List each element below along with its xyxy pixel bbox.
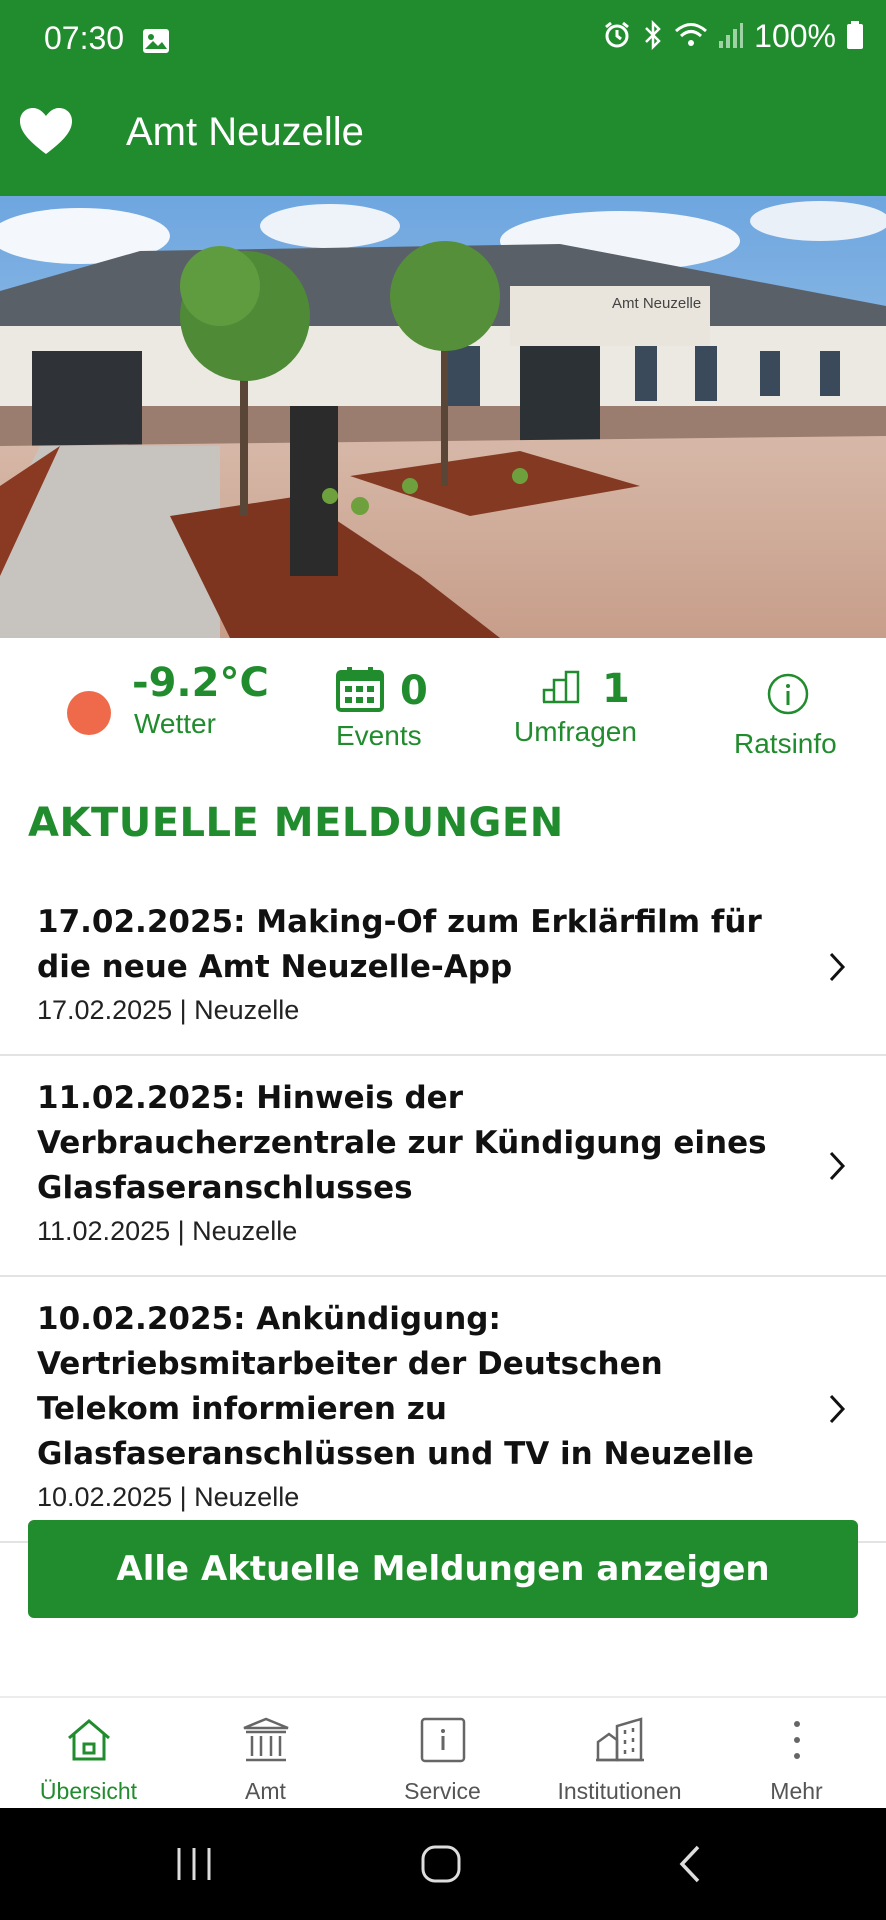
building-sign: Amt Neuzelle bbox=[612, 295, 701, 312]
nav-label: Service bbox=[404, 1778, 481, 1804]
ratsinfo-widget[interactable]: Ratsinfo bbox=[734, 672, 837, 760]
app-bar: Amt Neuzelle bbox=[0, 84, 886, 196]
alarm-icon bbox=[602, 20, 632, 54]
chevron-right-icon bbox=[828, 1393, 846, 1425]
nav-tab-mehr[interactable]: Mehr bbox=[708, 1698, 885, 1810]
gallery-notification-icon bbox=[142, 28, 170, 58]
news-item-meta: 10.02.2025 | Neuzelle bbox=[37, 1482, 300, 1512]
quick-info-row: -9.2°C Wetter 0 Events 1 Umfragen Ratsin… bbox=[0, 660, 886, 770]
status-bar: 07:30 100% bbox=[0, 0, 886, 84]
chevron-right-icon bbox=[828, 1150, 846, 1182]
info-box-icon bbox=[420, 1717, 465, 1763]
news-item-title: 11.02.2025: Hinweis der Verbraucherzentr… bbox=[37, 1080, 767, 1206]
news-item[interactable]: 11.02.2025: Hinweis der Verbraucherzentr… bbox=[0, 1056, 886, 1277]
signal-icon bbox=[718, 21, 744, 53]
news-item-title: 17.02.2025: Making-Of zum Erklärfilm für… bbox=[37, 904, 762, 985]
nav-label: Amt bbox=[245, 1778, 286, 1804]
nav-label: Mehr bbox=[770, 1778, 823, 1804]
events-label: Events bbox=[336, 720, 422, 751]
chevron-right-icon bbox=[828, 951, 846, 983]
surveys-label: Umfragen bbox=[514, 716, 637, 747]
home-icon bbox=[67, 1719, 110, 1761]
more-vertical-icon bbox=[793, 1721, 800, 1759]
bottom-navigation: Übersicht Amt Service Institutionen Mehr bbox=[0, 1696, 886, 1810]
battery-percent: 100% bbox=[754, 18, 836, 54]
news-item[interactable]: 17.02.2025: Making-Of zum Erklärfilm für… bbox=[0, 880, 886, 1056]
surveys-count: 1 bbox=[602, 666, 630, 712]
back-icon[interactable] bbox=[676, 1844, 704, 1888]
nav-label: Übersicht bbox=[39, 1778, 138, 1804]
news-item-meta: 11.02.2025 | Neuzelle bbox=[37, 1216, 298, 1246]
buildings-icon bbox=[595, 1717, 644, 1762]
all-news-button[interactable]: Alle Aktuelle Meldungen anzeigen bbox=[28, 1520, 858, 1618]
nav-tab-institutionen[interactable]: Institutionen bbox=[531, 1698, 708, 1810]
events-count: 0 bbox=[400, 668, 428, 714]
weather-value: -9.2°C bbox=[132, 660, 269, 706]
news-item-meta: 17.02.2025 | Neuzelle bbox=[37, 995, 300, 1025]
hero-image: Amt Neuzelle bbox=[0, 196, 886, 638]
bar-chart-icon bbox=[542, 670, 580, 708]
surveys-widget[interactable]: 1 Umfragen bbox=[514, 666, 637, 748]
calendar-icon bbox=[336, 666, 384, 716]
nav-tab-service[interactable]: Service bbox=[354, 1698, 531, 1810]
nav-tab-uebersicht[interactable]: Übersicht bbox=[0, 1698, 177, 1810]
building-columns-icon bbox=[243, 1717, 288, 1762]
news-list: 17.02.2025: Making-Of zum Erklärfilm für… bbox=[0, 880, 886, 1543]
weather-label: Wetter bbox=[134, 708, 216, 739]
home-system-icon[interactable] bbox=[420, 1844, 462, 1888]
wifi-icon bbox=[674, 20, 708, 54]
heart-icon[interactable] bbox=[18, 104, 74, 160]
events-widget[interactable]: 0 Events bbox=[336, 666, 428, 752]
bluetooth-icon bbox=[642, 19, 664, 54]
news-section-title: AKTUELLE MELDUNGEN bbox=[28, 800, 564, 846]
system-navigation-bar bbox=[0, 1808, 886, 1920]
news-item-title: 10.02.2025: Ankündigung: Vertriebsmitarb… bbox=[37, 1301, 754, 1472]
nav-label: Institutionen bbox=[557, 1778, 682, 1804]
nav-tab-amt[interactable]: Amt bbox=[177, 1698, 354, 1810]
info-circle-icon bbox=[766, 672, 837, 720]
weather-indicator bbox=[66, 690, 112, 740]
app-title: Amt Neuzelle bbox=[126, 110, 364, 154]
weather-widget[interactable]: -9.2°C Wetter bbox=[132, 660, 269, 740]
recent-apps-icon[interactable] bbox=[174, 1846, 214, 1886]
news-item[interactable]: 10.02.2025: Ankündigung: Vertriebsmitarb… bbox=[0, 1277, 886, 1543]
battery-icon bbox=[846, 20, 864, 54]
ratsinfo-label: Ratsinfo bbox=[734, 728, 837, 759]
status-time: 07:30 bbox=[44, 20, 125, 56]
